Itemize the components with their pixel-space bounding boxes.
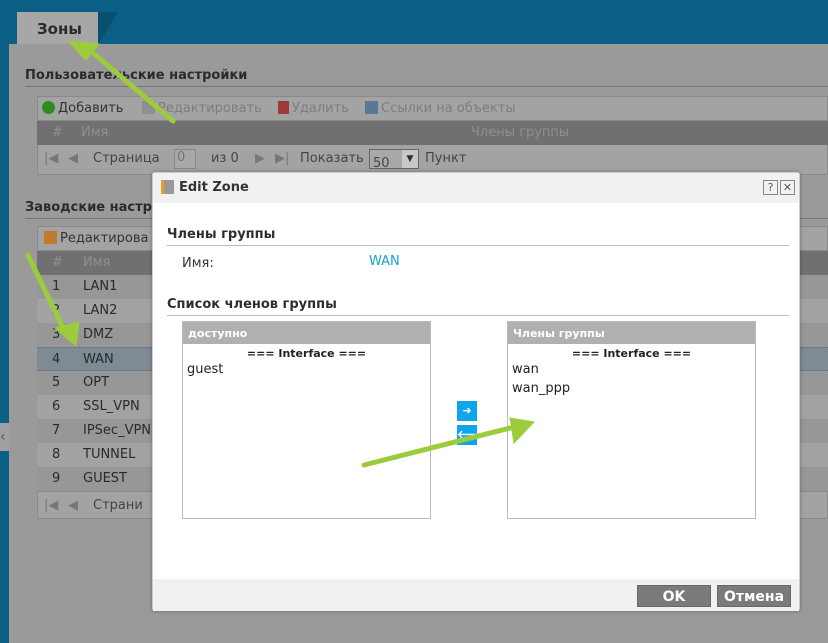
user-pager: |◀ ◀ Страница 0 из 0 ▶ ▶| Показать 50 ▼ П… (37, 145, 828, 175)
row-name: WAN (83, 352, 114, 367)
trash-icon (278, 101, 289, 114)
row-name: LAN2 (83, 303, 118, 318)
tab-shadow (98, 12, 118, 45)
help-button[interactable]: ? (763, 180, 778, 195)
user-toolbar: Добавить Редактировать Удалить Ссылки на… (37, 96, 828, 121)
tab-zones[interactable]: Зоны (17, 12, 98, 45)
page-label: Страница (93, 151, 160, 166)
collapse-sidebar-handle[interactable]: ‹ (0, 423, 9, 451)
available-item[interactable]: guest (183, 360, 430, 379)
row-num: 7 (52, 423, 61, 438)
row-num: 9 (52, 471, 61, 486)
dialog-footer: OK Отмена (153, 579, 799, 611)
members-list[interactable]: Члены группы === Interface === wan wan_p… (507, 321, 756, 519)
row-name: OPT (83, 375, 110, 390)
first-page-icon[interactable]: |◀ (44, 151, 58, 166)
page-count: из 0 (211, 151, 239, 166)
edit-icon (142, 101, 155, 114)
name-value: WAN (369, 254, 400, 269)
available-group-label: === Interface === (246, 347, 367, 360)
move-left-button[interactable]: 🡐 (457, 425, 487, 445)
col-num: # (52, 125, 63, 140)
available-header: доступно (183, 322, 430, 344)
page-label: Страни (93, 498, 143, 513)
chevron-down-icon: ▼ (402, 150, 418, 168)
cancel-button[interactable]: Отмена (717, 585, 791, 607)
list-section-title: Список членов группы (167, 297, 789, 316)
next-page-icon[interactable]: ▶ (255, 151, 265, 166)
member-item[interactable]: wan_ppp (508, 379, 755, 398)
page-input[interactable]: 0 (174, 149, 196, 169)
refs-icon (365, 101, 378, 114)
edit-icon (161, 180, 174, 194)
row-num: 5 (52, 375, 61, 390)
row-name: SSL_VPN (83, 399, 140, 414)
dialog-titlebar: Edit Zone ? ✕ (153, 173, 799, 203)
first-page-icon[interactable]: |◀ (44, 498, 58, 513)
row-name: TUNNEL (83, 447, 136, 462)
available-list[interactable]: доступно === Interface === guest (182, 321, 431, 519)
delete-button[interactable]: Удалить (278, 101, 349, 116)
per-page-select[interactable]: 50 ▼ (369, 149, 419, 171)
name-label: Имя: (182, 256, 214, 271)
members-section-title: Члены группы (167, 227, 789, 246)
row-num: 1 (52, 279, 61, 294)
row-name: LAN1 (83, 279, 118, 294)
factory-edit-button[interactable]: Редактирова (44, 231, 149, 246)
unit-label: Пункт (425, 151, 467, 166)
row-num: 3 (52, 327, 61, 342)
row-num: 6 (52, 399, 61, 414)
dialog-title: Edit Zone (179, 180, 249, 195)
edit-button[interactable]: Редактировать (142, 101, 262, 116)
object-refs-button[interactable]: Ссылки на объекты (365, 101, 516, 116)
prev-page-icon[interactable]: ◀ (68, 498, 78, 513)
members-group-label: === Interface === (571, 347, 692, 360)
col-name[interactable]: Имя (83, 255, 110, 270)
row-name: DMZ (83, 327, 114, 342)
row-num: 4 (52, 352, 61, 367)
member-item[interactable]: wan (508, 360, 755, 379)
last-page-icon[interactable]: ▶| (275, 151, 289, 166)
add-button[interactable]: Добавить (42, 101, 123, 116)
user-table-header: # Имя Члены группы (37, 121, 828, 145)
user-section-title: Пользовательские настройки (25, 68, 828, 87)
edit-icon (44, 231, 57, 244)
members-header: Члены группы (508, 322, 755, 344)
move-right-button[interactable]: ➜ (457, 401, 477, 421)
show-label: Показать (300, 151, 364, 166)
col-name[interactable]: Имя (81, 125, 108, 140)
ok-button[interactable]: OK (637, 585, 711, 607)
edit-zone-dialog: Edit Zone ? ✕ Члены группы Имя: WAN Спис… (152, 172, 800, 611)
row-num: 2 (52, 303, 61, 318)
prev-page-icon[interactable]: ◀ (68, 151, 78, 166)
close-button[interactable]: ✕ (780, 180, 795, 195)
row-num: 8 (52, 447, 61, 462)
col-members[interactable]: Члены группы (471, 125, 569, 140)
plus-icon (42, 101, 55, 114)
row-name: IPSec_VPN (83, 423, 152, 438)
col-num: # (52, 255, 63, 270)
row-name: GUEST (83, 471, 127, 486)
